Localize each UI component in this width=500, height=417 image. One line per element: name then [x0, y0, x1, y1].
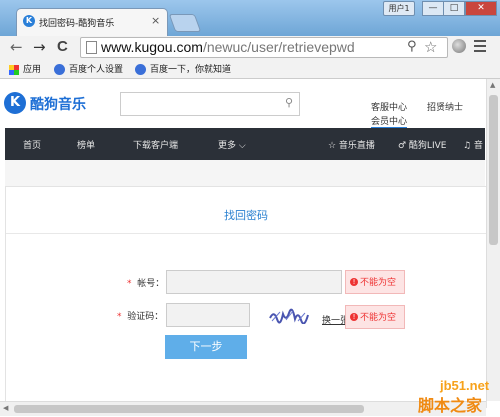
- captcha-label-text: 验证码：: [127, 312, 164, 322]
- error-icon: !: [350, 278, 358, 286]
- title-divider: [6, 233, 486, 234]
- reload-button[interactable]: C: [57, 38, 68, 56]
- scroll-left-arrow-icon[interactable]: ◀: [3, 404, 8, 412]
- bookmark-apps[interactable]: 应用: [9, 62, 41, 75]
- retrieve-password-card: 找回密码: [5, 186, 487, 408]
- bookmark-baidu-search-label: 百度一下，你就知道: [150, 65, 232, 75]
- minimize-button[interactable]: —: [422, 1, 444, 16]
- close-window-button[interactable]: ✕: [465, 1, 497, 16]
- captcha-image[interactable]: [268, 308, 310, 324]
- customer-service-link[interactable]: 客服中心: [371, 100, 407, 113]
- account-input[interactable]: [166, 270, 342, 294]
- search-icon[interactable]: ⚲: [285, 96, 293, 109]
- account-error: ! 不能为空: [345, 270, 405, 294]
- site-search-input[interactable]: ⚲: [120, 92, 300, 116]
- careers-link[interactable]: 招贤纳士: [427, 100, 463, 113]
- nav-music-truncated[interactable]: ♫ 音: [463, 138, 483, 151]
- forward-button[interactable]: →: [33, 38, 46, 56]
- required-mark: *: [117, 312, 122, 322]
- browser-tab[interactable]: K 找回密码-酷狗音乐 ×: [16, 8, 168, 37]
- watermark-site-name: 脚本之家: [418, 396, 483, 415]
- page-icon: [86, 41, 97, 54]
- account-label: * 帐号：: [127, 276, 164, 289]
- vertical-scrollbar[interactable]: ▲: [486, 79, 500, 401]
- captcha-input[interactable]: [166, 303, 250, 327]
- nav-charts[interactable]: 榜单: [77, 138, 95, 151]
- required-mark: *: [127, 279, 132, 289]
- main-nav: 首页 榜单 下载客户端 更多 ⌵ ☆ 音乐直播 ♂ 酷狗LIVE ♫ 音: [5, 128, 485, 160]
- horizontal-scroll-thumb[interactable]: [14, 405, 364, 413]
- bookmark-apps-label: 应用: [23, 65, 42, 75]
- baidu-paw-icon: [135, 64, 146, 75]
- captcha-error-text: 不能为空: [360, 313, 397, 323]
- bookmark-baidu-settings[interactable]: 百度个人设置: [54, 62, 123, 75]
- maximize-button[interactable]: □: [443, 1, 465, 16]
- page-title: 找回密码: [224, 209, 268, 222]
- extension-globe-icon[interactable]: [452, 39, 466, 53]
- address-bar[interactable]: www.kugou.com/newuc/user/retrievepwd ⚲ ☆: [80, 37, 448, 58]
- profile-button[interactable]: 用户1: [383, 1, 415, 16]
- url-path: /newuc/user/retrievepwd: [202, 39, 355, 55]
- bookmark-star-icon[interactable]: ☆: [424, 38, 437, 56]
- back-button[interactable]: ←: [10, 38, 23, 56]
- account-error-text: 不能为空: [360, 278, 397, 288]
- vertical-scroll-thumb[interactable]: [489, 95, 498, 245]
- url-host: www.kugou.com: [101, 39, 203, 55]
- captcha-error: ! 不能为空: [345, 305, 405, 329]
- member-center-link[interactable]: 会员中心: [371, 114, 408, 129]
- nav-download-client[interactable]: 下载客户端: [133, 138, 178, 151]
- close-tab-icon[interactable]: ×: [151, 14, 160, 27]
- nav-kugou-live[interactable]: ♂ 酷狗LIVE: [398, 138, 446, 151]
- watermark-url: jb51.net: [440, 378, 490, 393]
- zoom-icon[interactable]: ⚲: [407, 39, 417, 54]
- baidu-paw-icon: [54, 64, 65, 75]
- scroll-up-arrow-icon[interactable]: ▲: [490, 81, 495, 89]
- nav-music-live[interactable]: ☆ 音乐直播: [328, 138, 375, 151]
- captcha-label: * 验证码：: [117, 309, 163, 322]
- menu-icon[interactable]: [474, 40, 486, 55]
- kugou-logo-text: 酷狗音乐: [30, 97, 86, 113]
- nav-more[interactable]: 更多 ⌵: [218, 138, 246, 151]
- tab-title: 找回密码-酷狗音乐: [39, 19, 115, 29]
- next-step-button[interactable]: 下一步: [165, 335, 247, 359]
- horizontal-scrollbar[interactable]: ◀: [0, 401, 486, 416]
- account-label-text: 帐号：: [137, 279, 165, 289]
- url-text: www.kugou.com/newuc/user/retrievepwd: [101, 39, 355, 55]
- error-icon: !: [350, 313, 358, 321]
- bookmark-baidu-settings-label: 百度个人设置: [69, 65, 124, 75]
- nav-home[interactable]: 首页: [23, 138, 41, 151]
- apps-grid-icon: [9, 64, 19, 75]
- kugou-favicon-icon: K: [23, 15, 35, 27]
- bookmark-baidu-search[interactable]: 百度一下，你就知道: [135, 62, 231, 75]
- kugou-logo-icon: K: [4, 92, 26, 114]
